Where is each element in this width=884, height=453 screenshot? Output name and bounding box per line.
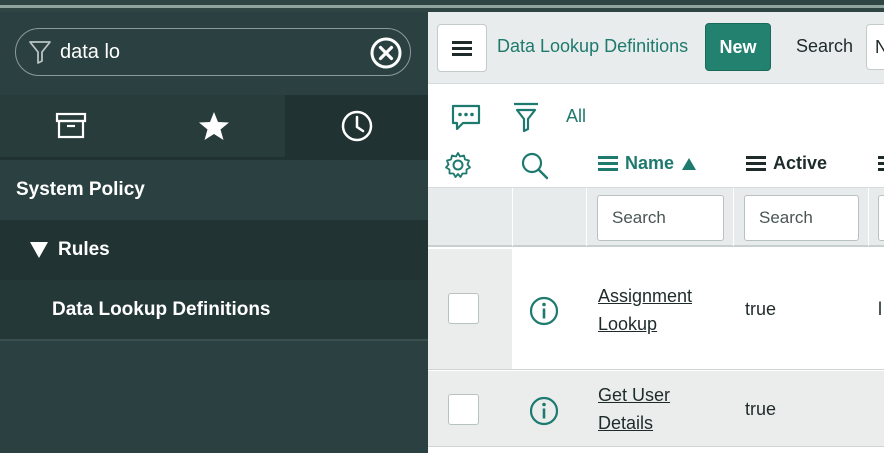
- active-value: true: [745, 399, 777, 419]
- tab-favorites[interactable]: [142, 95, 286, 157]
- clear-icon[interactable]: [370, 37, 402, 69]
- column-header-active[interactable]: Active: [746, 153, 827, 174]
- record-name-line: Details: [598, 413, 654, 433]
- tab-history[interactable]: [285, 95, 429, 157]
- table-row[interactable]: Assignment Lookup true l: [428, 249, 884, 370]
- sort-ascending-icon: [682, 157, 697, 170]
- hamburger-icon: [452, 41, 472, 56]
- name-search-input[interactable]: [597, 195, 724, 241]
- column-divider: [868, 188, 869, 246]
- list-header: Data Lookup Definitions New Search N: [428, 12, 884, 84]
- column-menu-icon[interactable]: [878, 153, 884, 174]
- comment-icon[interactable]: [450, 103, 482, 133]
- star-icon: [199, 112, 229, 140]
- column-divider: [586, 188, 587, 246]
- clock-icon: [341, 110, 372, 142]
- gear-icon[interactable]: [444, 151, 472, 179]
- info-icon[interactable]: [528, 395, 560, 427]
- navigator-tabs: [0, 95, 429, 157]
- list-toolbar: All Name Active: [428, 85, 884, 187]
- nav-section-system-policy[interactable]: System Policy: [0, 160, 428, 220]
- top-banner-accent: [0, 5, 884, 8]
- page-title: Data Lookup Definitions: [497, 36, 689, 56]
- search-label: Search: [796, 36, 854, 56]
- search-icon[interactable]: [520, 151, 550, 181]
- filter-icon[interactable]: [512, 101, 540, 133]
- list-menu-button[interactable]: [437, 24, 487, 72]
- column-header-name[interactable]: Name: [598, 153, 697, 174]
- record-link[interactable]: Get User Details: [598, 381, 718, 437]
- active-search-input[interactable]: [744, 195, 859, 241]
- record-name-line: Get User: [598, 385, 671, 405]
- column-name-label: Name: [625, 153, 675, 173]
- filter-icon: [29, 41, 51, 64]
- navigator-filter[interactable]: data lo: [15, 28, 411, 76]
- nav-group-rules[interactable]: Rules: [0, 220, 428, 280]
- list-view: Data Lookup Definitions New Search N All…: [428, 12, 884, 453]
- record-link[interactable]: Assignment Lookup: [598, 282, 718, 338]
- column-active-label: Active: [773, 153, 828, 173]
- column-header-next[interactable]: [878, 153, 884, 179]
- record-name-line: Assignment: [598, 286, 693, 306]
- next-search-input[interactable]: [878, 195, 884, 241]
- tab-all-applications[interactable]: [0, 95, 143, 157]
- nav-item-data-lookup-definitions[interactable]: Data Lookup Definitions: [0, 280, 428, 340]
- next-column-value: l: [878, 299, 882, 319]
- column-menu-icon[interactable]: [598, 153, 618, 174]
- row-checkbox[interactable]: [448, 293, 479, 324]
- info-icon[interactable]: [528, 295, 560, 327]
- new-button[interactable]: New: [705, 23, 771, 71]
- nav-group-label: Rules: [58, 239, 110, 260]
- archive-icon: [56, 112, 87, 139]
- triangle-down-icon: [30, 242, 48, 258]
- nav-separator: [0, 339, 428, 341]
- breadcrumb-all[interactable]: All: [566, 106, 586, 127]
- active-value: true: [745, 299, 777, 319]
- column-menu-icon[interactable]: [746, 153, 766, 174]
- column-divider: [512, 188, 513, 246]
- table-row[interactable]: Get User Details true: [428, 371, 884, 447]
- navigator-filter-input[interactable]: data lo: [60, 41, 120, 64]
- record-name-line: Lookup: [598, 314, 658, 334]
- application-navigator: data lo System Policy Rules Data Lookup …: [0, 12, 429, 453]
- search-field-select[interactable]: N: [866, 24, 884, 70]
- row-checkbox[interactable]: [448, 394, 479, 425]
- column-divider: [733, 188, 734, 246]
- column-search-row: [428, 187, 884, 247]
